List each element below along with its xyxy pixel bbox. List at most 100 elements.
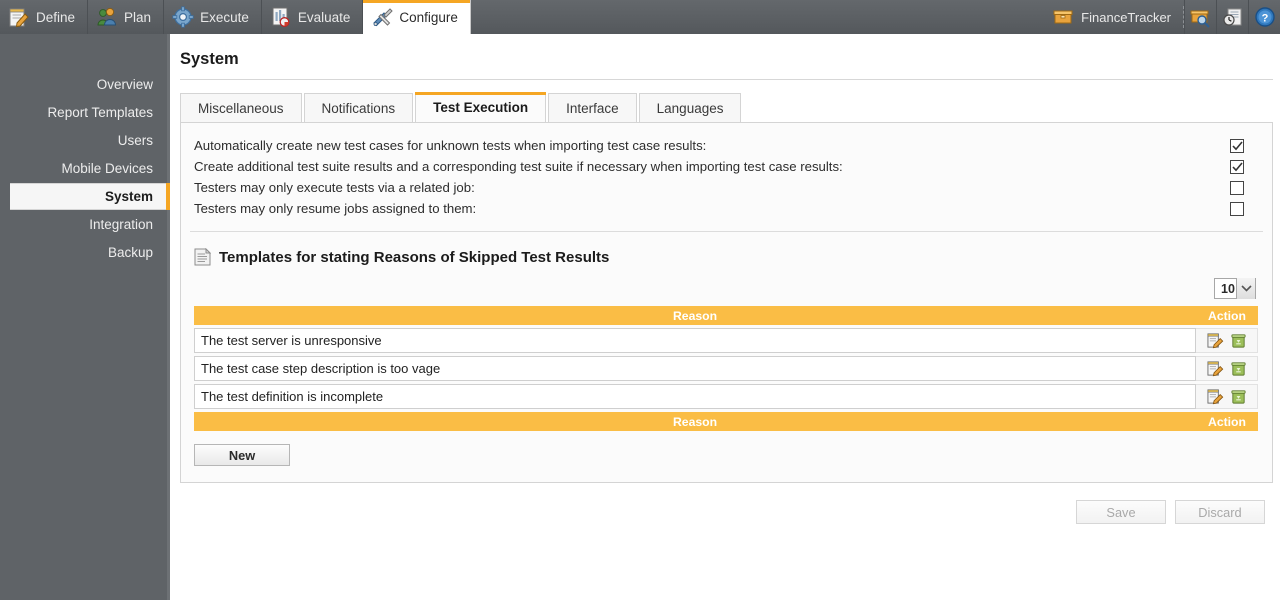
- help-icon[interactable]: ?: [1248, 0, 1280, 34]
- tab-languages[interactable]: Languages: [638, 93, 742, 122]
- document-icon: [194, 248, 211, 266]
- sidebar-item-report-templates[interactable]: Report Templates: [0, 99, 167, 126]
- nav-item-execute[interactable]: Execute: [164, 0, 262, 34]
- sidebar-item-mobile-devices[interactable]: Mobile Devices: [0, 155, 167, 182]
- sidebar-item-label: Integration: [89, 217, 153, 232]
- table-header-top: Reason Action: [194, 306, 1258, 325]
- main-content: System Miscellaneous Notifications Test Ex…: [173, 34, 1280, 600]
- column-header-action: Action: [1208, 308, 1246, 323]
- form-actions: Save Discard: [173, 500, 1265, 524]
- topbar-right-tools: FinanceTracker ?: [1044, 0, 1280, 34]
- sidebar-item-label: Backup: [107, 245, 153, 260]
- recent-history-icon[interactable]: [1216, 0, 1248, 34]
- tab-test-execution[interactable]: Test Execution: [415, 92, 547, 122]
- save-button[interactable]: Save: [1076, 500, 1166, 524]
- nav-item-plan[interactable]: Plan: [88, 0, 165, 34]
- table-header-bottom: Reason Action: [194, 412, 1258, 431]
- checkbox-unchecked[interactable]: [1230, 201, 1244, 216]
- tab-label: Miscellaneous: [198, 100, 284, 116]
- section-header: Templates for stating Reasons of Skipped…: [181, 232, 1272, 266]
- tab-label: Notifications: [321, 100, 396, 116]
- settings-list: Automatically create new test cases for …: [181, 123, 1272, 219]
- column-footer-reason: Reason: [672, 414, 718, 429]
- column-footer-action: Action: [1208, 414, 1246, 429]
- settings-panel: Automatically create new test cases for …: [180, 122, 1273, 483]
- recycle-bin-icon[interactable]: [1230, 332, 1247, 349]
- sidebar-item-backup[interactable]: Backup: [0, 239, 167, 266]
- current-project-chip[interactable]: FinanceTracker: [1044, 6, 1184, 28]
- sidebar-item-integration[interactable]: Integration: [0, 211, 167, 238]
- nav-item-label: Plan: [124, 9, 152, 25]
- setting-row: Testers may only execute tests via a rel…: [181, 177, 1272, 198]
- page-size-select[interactable]: 10: [1214, 278, 1256, 299]
- table-row: The test server is unresponsive: [194, 328, 1258, 353]
- notepad-pencil-icon: [9, 8, 29, 28]
- reason-text: The test case step description is too va…: [201, 361, 441, 376]
- edit-icon[interactable]: [1206, 360, 1224, 377]
- action-cell: [1196, 328, 1258, 353]
- nav-item-define[interactable]: Define: [0, 0, 89, 34]
- reason-text: The test server is unresponsive: [201, 333, 382, 348]
- recycle-bin-icon[interactable]: [1230, 360, 1247, 377]
- project-name: FinanceTracker: [1081, 9, 1171, 25]
- chart-report-icon: [272, 7, 290, 27]
- nav-item-label: Define: [36, 9, 76, 25]
- page-size-control: 10: [181, 266, 1272, 299]
- checkbox-checked[interactable]: [1230, 138, 1244, 153]
- reason-cell[interactable]: The test definition is incomplete: [194, 384, 1196, 409]
- edit-icon[interactable]: [1206, 332, 1224, 349]
- main-nav: Define Plan Execute Evaluate Configure: [0, 0, 471, 34]
- page-title: System: [180, 50, 239, 68]
- sidebar-item-label: Users: [117, 133, 153, 148]
- check-icon: [1231, 140, 1243, 150]
- project-search-icon[interactable]: [1184, 0, 1216, 34]
- checkbox-unchecked[interactable]: [1230, 180, 1244, 195]
- setting-row: Create additional test suite results and…: [181, 156, 1272, 177]
- reasons-table: Reason Action The test server is unrespo…: [194, 306, 1258, 431]
- page-size-value: 10: [1221, 281, 1235, 296]
- sidebar-item-users[interactable]: Users: [0, 127, 167, 154]
- table-row: The test definition is incomplete: [194, 384, 1258, 409]
- svg-text:?: ?: [1261, 13, 1268, 25]
- box-icon: [1053, 10, 1073, 24]
- check-icon: [1231, 161, 1243, 171]
- discard-button[interactable]: Discard: [1175, 500, 1265, 524]
- sidebar-item-label: Overview: [96, 77, 153, 92]
- users-group-icon: [97, 7, 116, 26]
- title-divider: [180, 79, 1273, 80]
- reason-cell[interactable]: The test case step description is too va…: [194, 356, 1196, 381]
- nav-item-evaluate[interactable]: Evaluate: [262, 0, 364, 34]
- nav-item-configure[interactable]: Configure: [363, 0, 471, 34]
- recycle-bin-icon[interactable]: [1230, 388, 1247, 405]
- chevron-down-icon[interactable]: [1236, 278, 1255, 299]
- tab-interface[interactable]: Interface: [548, 93, 637, 122]
- sidebar-item-overview[interactable]: Overview: [0, 71, 167, 98]
- tab-notifications[interactable]: Notifications: [303, 93, 414, 122]
- column-header-reason: Reason: [672, 308, 718, 323]
- edit-icon[interactable]: [1206, 388, 1224, 405]
- action-cell: [1196, 356, 1258, 381]
- setting-row: Automatically create new test cases for …: [181, 135, 1272, 156]
- action-cell: [1196, 384, 1258, 409]
- gear-icon: [172, 6, 194, 28]
- tab-strip: Miscellaneous Notifications Test Execution…: [180, 92, 1273, 122]
- setting-label: Testers may only execute tests via a rel…: [194, 180, 475, 195]
- sidebar-item-system[interactable]: System: [10, 183, 170, 210]
- left-sidebar: Overview Report Templates Users Mobile Devi…: [0, 34, 170, 600]
- new-button[interactable]: New: [194, 444, 290, 466]
- reason-text: The test definition is incomplete: [201, 389, 384, 404]
- setting-label: Testers may only resume jobs assigned to…: [194, 201, 477, 216]
- nav-item-label: Execute: [200, 9, 249, 25]
- sidebar-item-list: Overview Report Templates Users Mobile Devi…: [0, 34, 170, 266]
- sidebar-item-label: System: [104, 189, 153, 204]
- nav-item-label: Evaluate: [297, 9, 351, 25]
- tools-icon: [373, 8, 394, 27]
- setting-row: Testers may only resume jobs assigned to…: [181, 198, 1272, 219]
- reason-cell[interactable]: The test server is unresponsive: [194, 328, 1196, 353]
- tab-miscellaneous[interactable]: Miscellaneous: [180, 93, 302, 122]
- setting-label: Automatically create new test cases for …: [194, 138, 707, 153]
- checkbox-checked[interactable]: [1230, 159, 1244, 174]
- nav-item-label: Configure: [399, 9, 458, 25]
- section-title: Templates for stating Reasons of Skipped…: [219, 248, 610, 266]
